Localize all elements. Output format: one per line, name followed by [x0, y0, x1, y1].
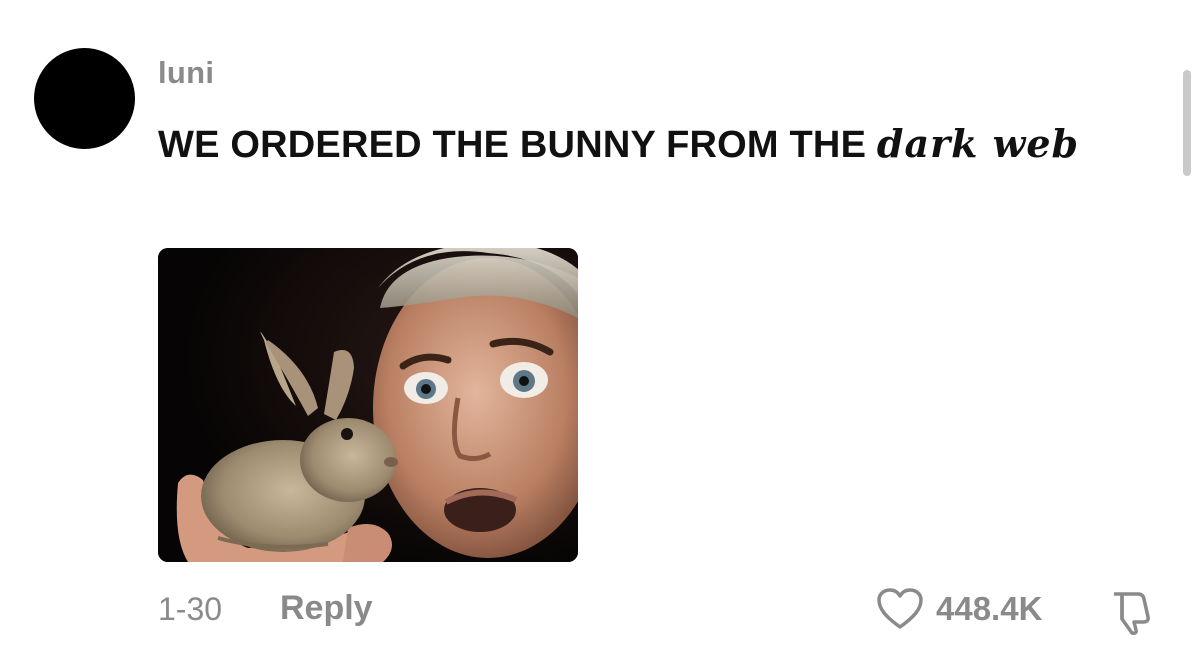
bunny-photo: [158, 248, 578, 562]
comment-footer: 1-30 Reply 448.4K: [0, 585, 1200, 635]
comment-date: 1-30: [158, 591, 223, 627]
comment-image[interactable]: [158, 248, 578, 562]
heart-icon: [877, 588, 923, 629]
comment-text: WE ORDERED THE BUNNY FROM THE dark web: [158, 112, 1118, 177]
comment-username[interactable]: luni: [158, 55, 214, 91]
dislike-button[interactable]: [1108, 589, 1156, 640]
comment-text-main: WE ORDERED THE BUNNY FROM THE: [158, 124, 877, 166]
comment-item: luni WE ORDERED THE BUNNY FROM THE dark …: [0, 0, 1200, 646]
reply-button[interactable]: Reply: [280, 589, 373, 628]
comment-text-gothic: dark web: [876, 121, 1080, 166]
like-button[interactable]: 448.4K: [876, 587, 1042, 631]
like-count: 448.4K: [936, 590, 1043, 627]
thumbs-down-icon: [1114, 592, 1150, 635]
avatar[interactable]: [34, 48, 135, 149]
scrollbar[interactable]: [1183, 70, 1191, 176]
